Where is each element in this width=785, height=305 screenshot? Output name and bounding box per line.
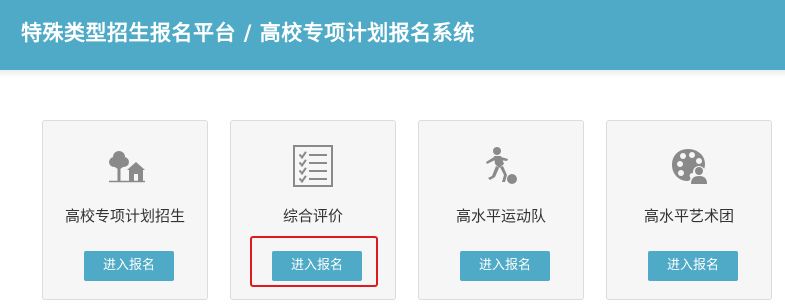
enter-registration-button[interactable]: 进入报名	[272, 251, 362, 281]
card-title: 综合评价	[282, 207, 343, 225]
card-title: 高水平运动队	[455, 207, 546, 225]
palette-icon	[607, 145, 771, 187]
header-bar: 特殊类型招生报名平台 / 高校专项计划报名系统	[0, 0, 785, 70]
enter-registration-button[interactable]: 进入报名	[460, 251, 550, 281]
tree-house-icon	[43, 145, 207, 187]
card-comprehensive-evaluation: 综合评价 进入报名	[230, 120, 396, 300]
card-title: 高校专项计划招生	[64, 207, 185, 225]
card-art-troupe: 高水平艺术团 进入报名	[606, 120, 772, 300]
card-special-plan: 高校专项计划招生 进入报名	[42, 120, 208, 300]
enter-registration-button[interactable]: 进入报名	[648, 251, 738, 281]
checklist-icon	[231, 145, 395, 187]
card-sports-team: 高水平运动队 进入报名	[418, 120, 584, 300]
header-shadow	[0, 70, 785, 78]
enter-registration-button[interactable]: 进入报名	[84, 251, 174, 281]
card-title: 高水平艺术团	[643, 207, 734, 225]
soccer-player-icon	[419, 145, 583, 187]
page-title: 特殊类型招生报名平台 / 高校专项计划报名系统	[21, 21, 475, 45]
